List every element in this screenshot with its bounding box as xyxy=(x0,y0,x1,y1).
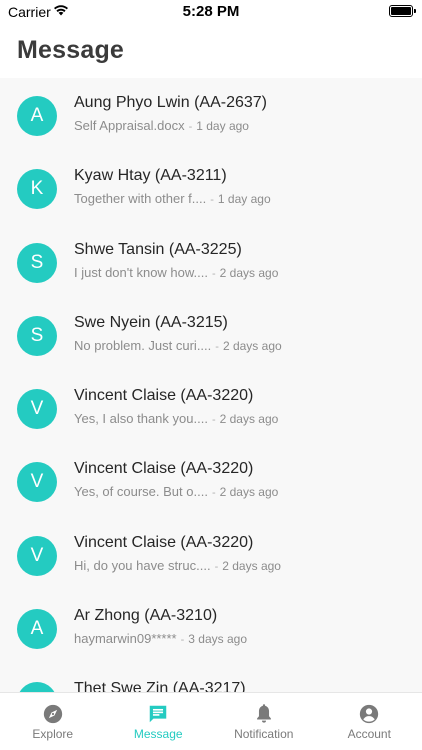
bell-icon xyxy=(256,704,271,723)
message-time: 2 days ago xyxy=(219,485,279,500)
status-bar: Carrier 5:28 PM xyxy=(0,0,422,24)
avatar: S xyxy=(17,242,57,283)
message-preview: I just don't know how.... xyxy=(74,264,208,280)
message-meta: haymarwin09***** -3 days ago xyxy=(74,631,247,646)
separator: - xyxy=(210,194,214,207)
message-time: 2 days ago xyxy=(219,412,279,427)
message-row[interactable]: S Shwe Tansin (AA-3225) I just don't kno… xyxy=(0,225,422,298)
message-preview: Together with other f.... xyxy=(74,191,207,207)
avatar: V xyxy=(17,462,57,503)
avatar: S xyxy=(17,315,57,356)
message-meta: Self Appraisal.docx -1 day ago xyxy=(74,118,249,133)
message-preview: Yes, of course. But o.... xyxy=(74,484,208,500)
sender-name: Swe Nyein (AA-3215) xyxy=(74,313,228,331)
separator: - xyxy=(188,121,193,133)
message-meta: Yes, of course. But o.... -2 days ago xyxy=(74,484,278,499)
avatar: V xyxy=(17,535,57,576)
message-preview: Self Appraisal.docx xyxy=(74,118,185,133)
tab-label: Notification xyxy=(234,727,294,741)
message-row[interactable]: S Swe Nyein (AA-3215) No problem. Just c… xyxy=(0,298,422,371)
tab-explore[interactable]: Explore xyxy=(0,693,106,750)
message-preview: Hi, do you have struc.... xyxy=(74,557,211,573)
message-preview: Yes, I also thank you.... xyxy=(74,411,208,427)
sender-name: Vincent Claise (AA-3220) xyxy=(74,460,254,478)
chat-icon xyxy=(150,705,167,723)
message-time: 1 day ago xyxy=(196,119,249,133)
clock: 5:28 PM xyxy=(182,3,240,20)
avatar: T xyxy=(17,682,57,692)
sender-name: Aung Phyo Lwin (AA-2637) xyxy=(74,94,267,111)
message-row[interactable]: V Vincent Claise (AA-3220) Hi, do you ha… xyxy=(0,518,422,591)
tab-message[interactable]: Message xyxy=(106,693,212,750)
message-row[interactable]: A Aung Phyo Lwin (AA-2637) Self Appraisa… xyxy=(0,78,422,151)
tab-label: Message xyxy=(133,727,183,741)
message-row[interactable]: V Vincent Claise (AA-3220) Yes, of cours… xyxy=(0,444,422,517)
sender-name: Ar Zhong (AA-3210) xyxy=(74,607,218,625)
message-preview: No problem. Just curi.... xyxy=(74,337,212,353)
message-meta: Together with other f.... -1 day ago xyxy=(74,191,271,206)
message-row[interactable]: V Vincent Claise (AA-3220) Yes, I also t… xyxy=(0,371,422,444)
sender-name: Vincent Claise (AA-3220) xyxy=(74,387,254,405)
message-row[interactable]: T Thet Swe Zin (AA-3217) xyxy=(0,664,422,692)
sender-name: Shwe Tansin (AA-3225) xyxy=(74,240,242,258)
page-title: Message xyxy=(17,36,125,64)
separator: - xyxy=(212,267,216,280)
message-meta: Hi, do you have struc.... -2 days ago xyxy=(74,558,281,573)
screen: Carrier 5:28 PM Message A Aung Phyo Lwin… xyxy=(0,0,422,750)
message-row[interactable]: A Ar Zhong (AA-3210) haymarwin09***** -3 … xyxy=(0,591,422,664)
message-meta: Yes, I also thank you.... -2 days ago xyxy=(74,411,278,426)
message-time: 2 days ago xyxy=(219,265,279,280)
message-list[interactable]: A Aung Phyo Lwin (AA-2637) Self Appraisa… xyxy=(0,78,422,692)
tab-label: Account xyxy=(347,727,391,741)
avatar: A xyxy=(17,96,57,136)
compass-icon xyxy=(43,704,62,724)
separator: - xyxy=(215,340,219,353)
sender-name: Thet Swe Zin (AA-3217) xyxy=(74,680,246,692)
separator: - xyxy=(180,634,185,647)
message-time: 1 day ago xyxy=(217,192,271,207)
account-icon xyxy=(360,704,379,724)
separator: - xyxy=(211,487,216,500)
avatar: K xyxy=(17,169,57,210)
tab-notification[interactable]: Notification xyxy=(211,693,317,750)
sender-name: Vincent Claise (AA-3220) xyxy=(74,533,254,551)
separator: - xyxy=(214,560,219,573)
message-meta: No problem. Just curi.... -2 days ago xyxy=(74,338,282,353)
message-time: 3 days ago xyxy=(188,632,248,647)
message-row[interactable]: K Kyaw Htay (AA-3211) Together with othe… xyxy=(0,151,422,224)
battery-icon xyxy=(389,5,416,17)
avatar: A xyxy=(17,609,57,650)
tab-account[interactable]: Account xyxy=(317,693,422,750)
message-time: 2 days ago xyxy=(222,558,281,573)
avatar: V xyxy=(17,389,57,430)
message-preview: haymarwin09***** xyxy=(74,631,177,647)
tab-label: Explore xyxy=(32,727,74,741)
separator: - xyxy=(211,414,216,427)
message-meta: I just don't know how.... -2 days ago xyxy=(74,265,278,280)
message-time: 2 days ago xyxy=(222,338,282,353)
tab-bar: Explore Message Notification Account xyxy=(0,692,422,750)
sender-name: Kyaw Htay (AA-3211) xyxy=(74,167,227,185)
